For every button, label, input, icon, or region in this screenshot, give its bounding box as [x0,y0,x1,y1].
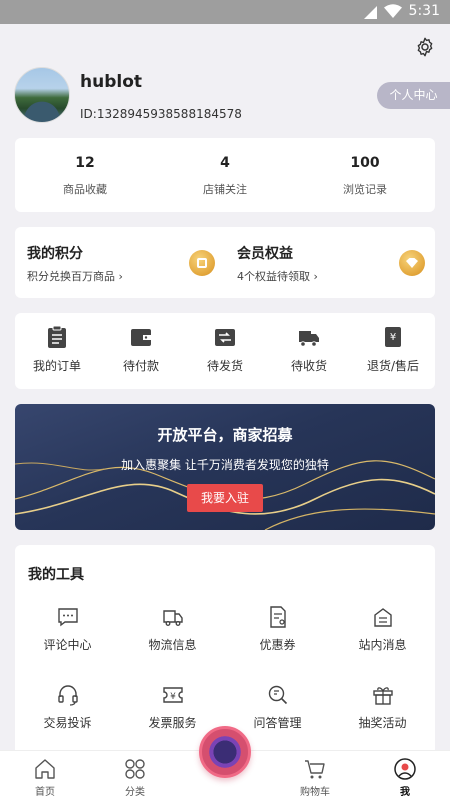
tool-lottery[interactable]: 抽奖活动 [330,683,435,743]
my-points[interactable]: 我的积分 积分兑换百万商品 › [15,227,225,298]
wifi-icon [384,4,402,18]
tab-category[interactable]: 分类 [90,751,180,800]
avatar[interactable] [14,67,70,123]
tab-home[interactable]: 首页 [0,751,90,800]
tool-label: 站内消息 [358,638,407,652]
stat-favorites[interactable]: 12 商品收藏 [15,138,155,212]
personal-center-button[interactable]: 个人中心 [377,82,450,109]
status-bar: 5:31 [0,0,450,24]
stat-label: 浏览记录 [343,183,387,196]
banner-subtitle: 加入惠聚集 让千万消费者发现您的独特 [121,458,329,472]
order-label: 待收货 [290,359,327,373]
rights-card: 我的积分 积分兑换百万商品 › 会员权益 4个权益待领取 › [15,227,435,298]
order-my-orders[interactable]: 我的订单 [15,313,99,389]
headset-icon [57,685,78,706]
orders-card: 我的订单 待付款 待发货 待收货 ¥ 退货/售后 [15,313,435,389]
benefits-title: 会员权益 [237,246,293,262]
tool-coupon[interactable]: 优惠券 [225,605,330,665]
tool-label: 优惠券 [259,638,296,652]
tab-cart[interactable]: 购物车 [270,751,360,800]
stat-value: 100 [350,155,380,171]
comment-icon [57,608,78,627]
truck-icon [299,331,319,347]
tool-label: 评论中心 [43,638,92,652]
tools-card: 我的工具 评论中心 物流信息 优惠券 站内消息 交易投诉 ¥ 发票服务 问答管理… [15,545,435,755]
username: hublot [80,72,143,92]
clipboard-icon [48,325,66,348]
order-to-ship[interactable]: 待发货 [183,313,267,389]
svg-text:¥: ¥ [390,332,396,343]
ship-icon [215,329,235,346]
stat-label: 商品收藏 [63,183,107,196]
tab-label: 我 [400,787,410,798]
points-subtitle: 积分兑换百万商品 › [27,270,123,283]
diamond-icon [399,250,425,276]
stat-value: 12 [75,155,95,171]
signal-icon [364,6,377,19]
tool-trade-complaint[interactable]: 交易投诉 [15,683,120,743]
order-label: 退货/售后 [366,359,420,373]
coupon-icon [269,606,286,628]
stat-label: 店铺关注 [203,183,247,196]
order-to-receive[interactable]: 待收货 [267,313,351,389]
home-icon [35,759,55,779]
points-title: 我的积分 [27,246,83,262]
category-icon [125,759,145,779]
tool-logistics[interactable]: 物流信息 [120,605,225,665]
points-coin-icon [189,250,215,276]
clock-time: 5:31 [408,3,440,19]
wallet-icon [131,329,151,346]
user-id: ID:1328945938588184578 [80,107,242,121]
stat-followed-shops[interactable]: 4 店铺关注 [155,138,295,212]
tools-title: 我的工具 [28,567,84,583]
gift-icon [372,687,393,705]
stat-history[interactable]: 100 浏览记录 [295,138,435,212]
tool-label: 交易投诉 [43,716,92,730]
logistics-icon [162,610,183,626]
refund-icon: ¥ [385,327,401,347]
svg-text:¥: ¥ [170,692,176,702]
order-refund[interactable]: ¥ 退货/售后 [351,313,435,389]
tab-label: 分类 [125,787,145,798]
tab-label: 购物车 [300,787,330,798]
tool-label: 物流信息 [148,638,197,652]
stats-card: 12 商品收藏 4 店铺关注 100 浏览记录 [15,138,435,212]
join-button[interactable]: 我要入驻 [187,484,263,512]
cart-icon [305,760,325,779]
message-icon [373,608,392,627]
profile-icon [394,758,416,780]
invoice-icon: ¥ [162,687,183,703]
camera-fab-button[interactable] [199,726,251,778]
stat-value: 4 [220,155,230,171]
order-pending-payment[interactable]: 待付款 [99,313,183,389]
merchant-recruit-banner[interactable]: 开放平台，商家招募 加入惠聚集 让千万消费者发现您的独特 我要入驻 [15,404,435,530]
order-label: 待付款 [122,359,159,373]
order-label: 我的订单 [32,359,81,373]
member-benefits[interactable]: 会员权益 4个权益待领取 › [225,227,435,298]
tool-site-messages[interactable]: 站内消息 [330,605,435,665]
benefits-subtitle: 4个权益待领取 › [237,270,318,283]
tab-label: 首页 [35,787,55,798]
tab-me[interactable]: 我 [360,751,450,800]
settings-gear-icon[interactable] [414,36,436,58]
tool-comment-center[interactable]: 评论中心 [15,605,120,665]
qa-search-icon [268,685,287,705]
tool-label: 抽奖活动 [358,716,407,730]
order-label: 待发货 [206,359,243,373]
tool-label: 发票服务 [148,716,197,730]
banner-title: 开放平台，商家招募 [157,426,293,444]
tool-label: 问答管理 [253,716,302,730]
